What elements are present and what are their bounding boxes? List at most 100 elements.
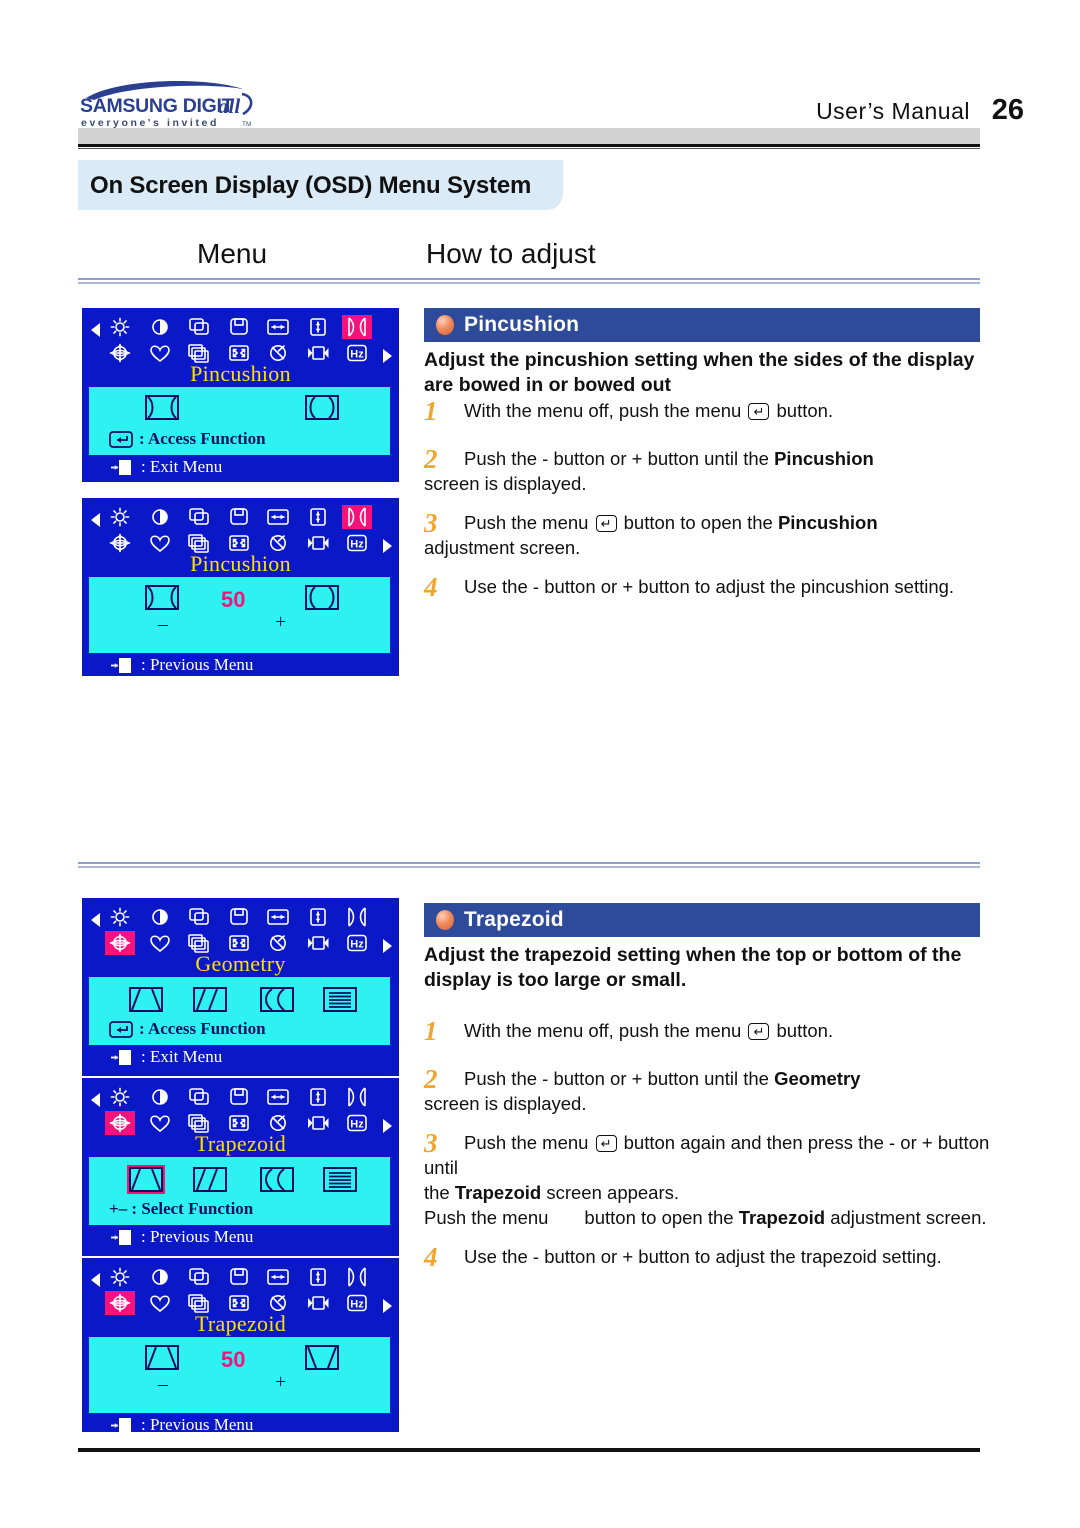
osd-icon-pincushion-in[interactable] [145,395,179,420]
h-position-icon[interactable] [184,1085,214,1109]
step-text: With the menu off, push the menu ↵ butto… [464,1020,834,1041]
osd-plus-sign[interactable]: + [275,611,286,634]
steps-trapezoid: 1 With the menu off, push the menu ↵ butt… [424,1018,1004,1292]
header-gray-band [78,128,980,144]
osd-footer-label: : Previous Menu [141,1415,254,1434]
bullet-dot-icon [436,910,454,930]
h-size-icon[interactable] [263,1265,293,1289]
osd-prev-arrow-icon[interactable] [91,323,100,337]
h-position-icon[interactable] [184,905,214,929]
exit-menu-icon[interactable] [109,1048,135,1067]
contrast-icon[interactable] [145,505,175,529]
osd-menu-title: Pincushion [190,361,291,386]
osd-icon-linearity[interactable] [323,987,357,1012]
v-size-icon[interactable] [303,315,333,339]
svg-text:all: all [218,94,240,118]
osd-icon-trapezoid[interactable] [129,987,163,1012]
step-text: Use the - button or + button to adjust t… [464,576,955,597]
step-item: 2 Push the - button or + button until the… [424,446,1004,496]
pincushion-icon[interactable] [342,505,372,529]
v-size-icon[interactable] [303,1085,333,1109]
svg-text:TM: TM [242,121,251,128]
pincushion-icon[interactable] [342,315,372,339]
brightness-icon[interactable] [105,1085,135,1109]
osd-minus-sign[interactable]: – [158,1373,168,1396]
osd-minus-sign[interactable]: – [158,613,168,636]
h-size-icon[interactable] [263,905,293,929]
v-position-icon[interactable] [224,315,254,339]
osd-icon-pincushion-out[interactable] [305,585,339,610]
divider-middle [78,862,980,868]
step-item: 1 With the menu off, push the menu ↵ butt… [424,398,1004,432]
contrast-icon[interactable] [145,315,175,339]
v-size-icon[interactable] [303,905,333,929]
pincushion-icon[interactable] [342,1265,372,1289]
osd-footer-line: : Exit Menu [109,457,222,477]
svg-text:Hz: Hz [350,1299,364,1311]
osd-prev-arrow-icon[interactable] [91,1093,100,1107]
brightness-icon[interactable] [105,905,135,929]
osd-panel-geometry-menu: Hz Geometry: Access Function: Exit Menu [82,898,399,1076]
step-number: 2 [424,1064,438,1094]
osd-footer-line: : Previous Menu [109,1227,253,1247]
osd-plus-sign[interactable]: + [275,1371,286,1394]
osd-icon-parallelogram[interactable] [193,1167,227,1192]
manual-label: User’s Manual [816,98,970,124]
pincushion-icon[interactable] [342,905,372,929]
h-position-icon[interactable] [184,315,214,339]
v-size-icon[interactable] [303,505,333,529]
v-position-icon[interactable] [224,905,254,929]
exit-menu-icon[interactable] [109,656,135,675]
column-header-how-to-adjust: How to adjust [426,238,596,269]
step-text: Use the - button or + button to adjust t… [464,1246,942,1267]
osd-menu-title: Trapezoid [194,1311,287,1336]
step-item: 3 Push the menu ↵ button to open the Pinc… [424,510,1004,560]
osd-icon-pincushion-out[interactable] [305,395,339,420]
h-size-icon[interactable] [263,315,293,339]
osd-icon-pinbalance[interactable] [260,1167,294,1192]
v-position-icon[interactable] [224,505,254,529]
osd-footer-line: : Previous Menu [109,655,253,675]
svg-text:Hz: Hz [350,1119,364,1131]
h-position-icon[interactable] [184,505,214,529]
svg-text:Hz: Hz [350,539,364,551]
enter-key-icon[interactable] [109,430,133,448]
pincushion-icon[interactable] [342,1085,372,1109]
h-size-icon[interactable] [263,505,293,529]
osd-icon-pincushion-in[interactable] [145,585,179,610]
contrast-icon[interactable] [145,1265,175,1289]
v-position-icon[interactable] [224,1085,254,1109]
osd-prev-arrow-icon[interactable] [91,513,100,527]
exit-menu-icon[interactable] [109,458,135,477]
step-text: Push the - button or + button until the … [424,1068,861,1114]
svg-text:Hz: Hz [350,349,364,361]
svg-text:SAMSUNG DIGIT: SAMSUNG DIGIT [80,95,234,117]
contrast-icon[interactable] [145,1085,175,1109]
brightness-icon[interactable] [105,1265,135,1289]
step-item: 4 Use the - button or + button to adjust … [424,574,1004,608]
exit-menu-icon[interactable] [109,1228,135,1247]
osd-icon-trapezoid-narrow-bottom[interactable] [305,1345,339,1370]
osd-icon-linearity[interactable] [323,1167,357,1192]
step-item: 1 With the menu off, push the menu ↵ butt… [424,1018,1004,1052]
osd-prev-arrow-icon[interactable] [91,1273,100,1287]
v-position-icon[interactable] [224,1265,254,1289]
osd-icon-parallelogram[interactable] [193,987,227,1012]
v-size-icon[interactable] [303,1265,333,1289]
step-item: 3 Push the menu ↵ button again and then p… [424,1130,1004,1230]
step-item: 2 Push the - button or + button until the… [424,1066,1004,1116]
header-rule [78,144,980,147]
step-number: 4 [424,572,438,602]
enter-key-icon[interactable] [109,1020,133,1038]
exit-menu-icon[interactable] [109,1416,135,1435]
brightness-icon[interactable] [105,315,135,339]
osd-prev-arrow-icon[interactable] [91,913,100,927]
osd-icon-trapezoid[interactable] [127,1165,165,1194]
osd-icon-trapezoid-narrow-top[interactable] [145,1345,179,1370]
page-number: 26 [991,94,1024,126]
osd-icon-pinbalance[interactable] [260,987,294,1012]
h-size-icon[interactable] [263,1085,293,1109]
brightness-icon[interactable] [105,505,135,529]
h-position-icon[interactable] [184,1265,214,1289]
contrast-icon[interactable] [145,905,175,929]
